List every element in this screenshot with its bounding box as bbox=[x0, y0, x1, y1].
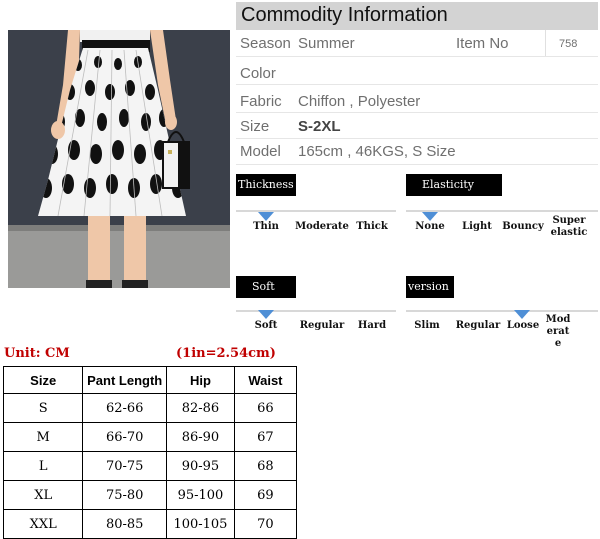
version-option-regular: Regular bbox=[455, 320, 501, 331]
model-label: Model bbox=[240, 143, 281, 160]
item-no-divider bbox=[545, 30, 546, 56]
thickness-selected-triangle-icon bbox=[258, 212, 274, 221]
table-cell: 68 bbox=[233, 451, 298, 481]
size-value: S-2XL bbox=[298, 118, 341, 135]
item-no-label: Item No bbox=[456, 35, 509, 52]
version-selected-triangle-icon bbox=[514, 310, 530, 319]
table-cell: 69 bbox=[233, 480, 298, 510]
info-row-color bbox=[236, 58, 598, 85]
table-cell: 75-80 bbox=[82, 480, 168, 510]
table-row: L 70-75 90-95 68 bbox=[2, 451, 298, 481]
size-chart-header: Size bbox=[2, 366, 84, 394]
table-cell: M bbox=[2, 422, 84, 452]
table-cell: 82-86 bbox=[166, 393, 235, 423]
product-photo bbox=[8, 30, 230, 288]
season-label: Season bbox=[240, 35, 291, 52]
table-cell: XXL bbox=[2, 509, 84, 539]
soft-selected-triangle-icon bbox=[258, 310, 274, 319]
table-cell: 70-75 bbox=[82, 451, 168, 481]
soft-option-hard: Hard bbox=[357, 320, 387, 331]
table-row: M 66-70 86-90 67 bbox=[2, 422, 298, 452]
table-cell: 66 bbox=[233, 393, 298, 423]
page-title: Commodity Information bbox=[241, 4, 448, 26]
elasticity-header-label: Elasticity bbox=[422, 178, 475, 191]
elasticity-option-super-elastic: Super elastic bbox=[550, 215, 588, 238]
size-chart-conversion: (1in=2.54cm) bbox=[176, 346, 276, 361]
elasticity-option-bouncy: Bouncy bbox=[502, 221, 544, 232]
table-cell: 86-90 bbox=[166, 422, 235, 452]
table-row: XXL 80-85 100-105 70 bbox=[2, 509, 298, 539]
size-chart-header-row: Size Pant Length Hip Waist bbox=[2, 366, 298, 394]
table-cell: S bbox=[2, 393, 84, 423]
elasticity-selected-triangle-icon bbox=[422, 212, 438, 221]
fabric-value: Chiffon , Polyester bbox=[298, 93, 421, 110]
size-label: Size bbox=[240, 118, 270, 135]
table-cell: 90-95 bbox=[166, 451, 235, 481]
thickness-header: Thickness bbox=[236, 174, 296, 196]
table-cell: 70 bbox=[233, 509, 298, 539]
thickness-option-thick: Thick bbox=[356, 221, 388, 232]
table-cell: XL bbox=[2, 480, 84, 510]
version-scale bbox=[406, 310, 598, 312]
thickness-option-thin: Thin bbox=[253, 221, 279, 232]
soft-option-regular: Regular bbox=[299, 320, 345, 331]
size-chart-header: Pant Length bbox=[82, 366, 168, 394]
version-option-slim: Slim bbox=[414, 320, 440, 331]
size-chart-header: Hip bbox=[166, 366, 235, 394]
size-chart-table: Size Pant Length Hip Waist S 62-66 82-86… bbox=[2, 366, 298, 539]
table-cell: 67 bbox=[233, 422, 298, 452]
thickness-option-moderate: Moderate bbox=[295, 221, 349, 232]
table-cell: 100-105 bbox=[166, 509, 235, 539]
version-header: version bbox=[406, 276, 454, 298]
elasticity-option-none: None bbox=[415, 221, 445, 232]
elasticity-option-light: Light bbox=[462, 221, 492, 232]
table-cell: L bbox=[2, 451, 84, 481]
table-cell: 80-85 bbox=[82, 509, 168, 539]
version-option-moderate: Moderate bbox=[545, 314, 571, 349]
item-no-value: 758 bbox=[559, 38, 578, 50]
soft-option-soft: Soft bbox=[254, 320, 278, 331]
table-row: S 62-66 82-86 66 bbox=[2, 393, 298, 423]
soft-header-label: Soft bbox=[252, 280, 275, 293]
table-cell: 66-70 bbox=[82, 422, 168, 452]
table-row: XL 75-80 95-100 69 bbox=[2, 480, 298, 510]
elasticity-header: Elasticity bbox=[406, 174, 502, 196]
table-cell: 62-66 bbox=[82, 393, 168, 423]
fabric-label: Fabric bbox=[240, 93, 282, 110]
size-chart-header: Waist bbox=[233, 366, 298, 394]
size-chart-unit: Unit: CM bbox=[4, 346, 70, 361]
soft-header: Soft bbox=[236, 276, 296, 298]
color-label: Color bbox=[240, 65, 276, 82]
version-option-loose: Loose bbox=[506, 320, 540, 331]
model-value: 165cm , 46KGS, S Size bbox=[298, 143, 456, 160]
season-value: Summer bbox=[298, 35, 355, 52]
info-row-size bbox=[236, 112, 598, 139]
table-cell: 95-100 bbox=[166, 480, 235, 510]
